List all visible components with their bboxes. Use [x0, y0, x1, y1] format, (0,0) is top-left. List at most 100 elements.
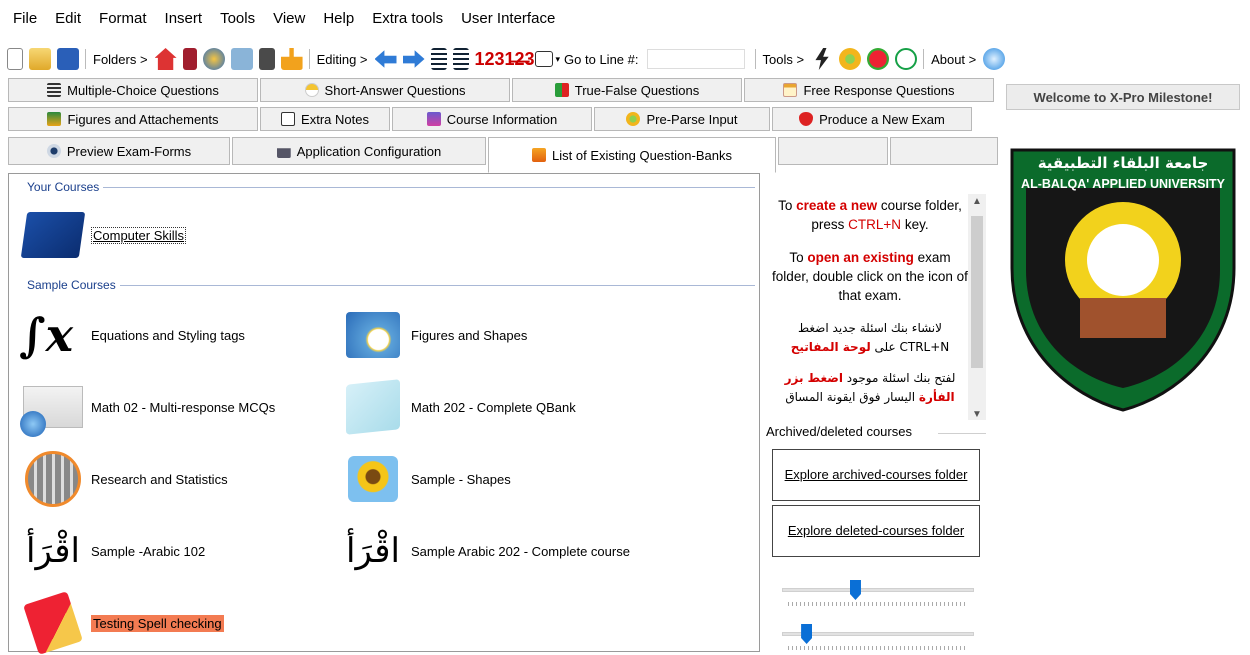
tab-row-1: Multiple-Choice Questions Short-Answer Q… — [8, 78, 996, 102]
toolbar-separator — [308, 49, 310, 69]
tab-produce-exam[interactable]: Produce a New Exam — [772, 107, 972, 131]
course-sample-arabic-202[interactable]: اقْرَأ Sample Arabic 202 - Complete cour… — [339, 522, 630, 580]
menu-help[interactable]: Help — [314, 10, 363, 27]
open-folder-icon[interactable] — [29, 48, 51, 70]
image-icon[interactable] — [230, 48, 253, 70]
tab-pre-parse-input[interactable]: Pre-Parse Input — [594, 107, 770, 131]
eye-icon — [46, 144, 61, 158]
tab-empty-2[interactable] — [890, 137, 998, 165]
courses-panel: Your Courses Computer Skills Sample Cour… — [8, 173, 760, 655]
group-divider — [27, 187, 755, 188]
tab-course-information[interactable]: Course Information — [392, 107, 592, 131]
course-label: Math 02 - Multi-response MCQs — [91, 399, 276, 415]
save-icon[interactable] — [57, 48, 79, 70]
explore-archived-button[interactable]: Explore archived-courses folder — [772, 449, 980, 501]
button-label: Explore archived-courses folder — [784, 467, 968, 482]
course-sample-arabic-102[interactable]: اقْرَأ Sample -Arabic 102 — [19, 522, 205, 580]
university-shield-icon: جامعة البلقاء التطبيقية AL-BALQA' APPLIE… — [1010, 148, 1236, 412]
tab-list-question-banks[interactable]: List of Existing Question-Banks — [488, 137, 776, 173]
archived-courses-label: Archived/deleted courses — [766, 424, 912, 439]
sample-courses-label: Sample Courses — [27, 278, 120, 292]
globe-icon[interactable] — [202, 48, 225, 70]
dropdown-arrow-icon[interactable]: ▾ — [556, 54, 561, 65]
tab-empty-1[interactable] — [778, 137, 888, 165]
course-research-statistics[interactable]: Research and Statistics — [19, 450, 228, 508]
slider-thumb[interactable] — [849, 580, 861, 600]
document-icon[interactable] — [258, 48, 275, 70]
redo-icon[interactable] — [402, 50, 425, 68]
text-fragment: لفتح بنك اسئلة موجود — [842, 371, 956, 385]
course-label: Math 202 - Complete QBank — [411, 399, 576, 415]
menu-file[interactable]: File — [4, 10, 46, 27]
course-testing-spell[interactable]: Testing Spell checking — [19, 591, 224, 655]
numbering-icon[interactable]: 123 — [475, 48, 505, 70]
text-highlight: open an existing — [807, 250, 914, 265]
menu-edit[interactable]: Edit — [46, 10, 90, 27]
home-icon[interactable] — [154, 48, 177, 70]
course-computer-skills[interactable]: Computer Skills — [19, 206, 187, 264]
scroll-down-icon[interactable]: ▼ — [972, 409, 982, 420]
course-sample-shapes[interactable]: Sample - Shapes — [339, 450, 511, 508]
tab-true-false[interactable]: True-False Questions — [512, 78, 742, 102]
scrollbar-thumb[interactable] — [971, 216, 983, 368]
toolbar-separator — [923, 49, 925, 69]
indent-icon[interactable] — [430, 48, 447, 70]
tab-figures-attachements[interactable]: Figures and Attachements — [8, 107, 258, 131]
menu-insert[interactable]: Insert — [156, 10, 212, 27]
explore-deleted-button[interactable]: Explore deleted-courses folder — [772, 505, 980, 557]
tab-extra-notes[interactable]: Extra Notes — [260, 107, 390, 131]
info-panel: To create a new course folder, press CTR… — [764, 182, 990, 652]
scroll-up-icon[interactable]: ▲ — [972, 196, 982, 207]
tab-preview-exam-forms[interactable]: Preview Exam-Forms — [8, 137, 230, 165]
text-highlight: لوحة المفاتيح — [790, 340, 871, 354]
course-equations[interactable]: ∫x Equations and Styling tags — [19, 306, 245, 364]
undo-icon[interactable] — [374, 50, 397, 68]
welcome-banner: Welcome to X-Pro Milestone! — [1006, 84, 1240, 110]
menu-user-interface[interactable]: User Interface — [452, 10, 564, 27]
slider-1[interactable] — [782, 580, 974, 600]
course-math02[interactable]: Math 02 - Multi-response MCQs — [19, 378, 276, 437]
tab-label: Preview Exam-Forms — [66, 143, 192, 159]
course-label: Research and Statistics — [91, 471, 228, 487]
tab-label: List of Existing Question-Banks — [552, 147, 732, 163]
strawberry-icon[interactable] — [867, 48, 890, 70]
course-math202[interactable]: Math 202 - Complete QBank — [339, 378, 576, 436]
lightning-icon[interactable] — [815, 48, 829, 70]
menu-format[interactable]: Format — [90, 10, 156, 27]
about-label: About > — [931, 51, 977, 67]
tab-application-configuration[interactable]: Application Configuration — [232, 137, 486, 165]
true-false-icon — [554, 83, 569, 97]
outdent-icon[interactable] — [452, 48, 469, 70]
tab-short-answer[interactable]: Short-Answer Questions — [260, 78, 510, 102]
info-icon[interactable] — [983, 48, 1006, 70]
tab-label: Short-Answer Questions — [324, 82, 466, 98]
university-logo: جامعة البلقاء التطبيقية AL-BALQA' APPLIE… — [1006, 148, 1240, 414]
menu-view[interactable]: View — [264, 10, 314, 27]
hierarchy-icon[interactable] — [280, 48, 303, 70]
goto-line-input[interactable] — [646, 49, 745, 69]
play-icon[interactable] — [895, 48, 918, 70]
course-figures-shapes[interactable]: Figures and Shapes — [339, 306, 527, 364]
tab-multiple-choice[interactable]: Multiple-Choice Questions — [8, 78, 258, 102]
half-circle-icon — [304, 83, 319, 97]
instructions-scrollbar[interactable]: ▲ ▼ — [968, 194, 986, 420]
globe-folder-icon — [19, 378, 87, 437]
tab-label: Produce a New Exam — [819, 111, 945, 127]
course-label: Sample -Arabic 102 — [91, 543, 206, 559]
renumbering-icon[interactable]: 1̶2̶3 — [505, 48, 535, 70]
template-icon[interactable] — [534, 51, 553, 67]
tab-label: Extra Notes — [301, 111, 369, 127]
new-file-icon[interactable] — [7, 48, 23, 70]
slider-2[interactable] — [782, 624, 974, 644]
menu-extra-tools[interactable]: Extra tools — [363, 10, 452, 27]
settings-gear-icon[interactable] — [839, 48, 862, 70]
flower-folder-icon — [339, 306, 407, 364]
toolbar: Folders > Editing > 123 1̶2̶3 ▾ Go to Li… — [0, 44, 1250, 74]
slider-thumb[interactable] — [801, 624, 813, 644]
menu-tools[interactable]: Tools — [211, 10, 264, 27]
text-fragment: To — [789, 250, 808, 265]
books-icon[interactable] — [182, 48, 197, 70]
course-label: Testing Spell checking — [91, 614, 224, 632]
folder-icon — [19, 206, 87, 264]
tab-free-response[interactable]: Free Response Questions — [744, 78, 994, 102]
